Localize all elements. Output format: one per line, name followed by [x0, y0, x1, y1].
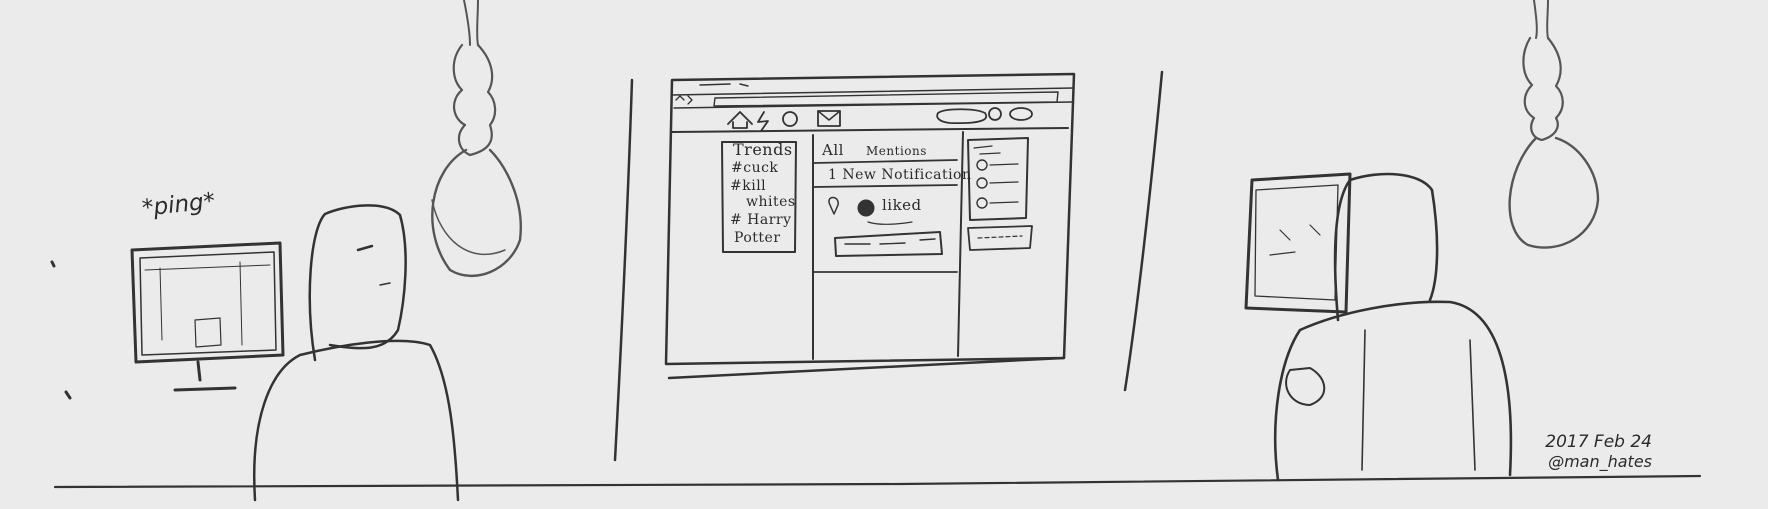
right-pillar — [1123, 70, 1164, 392]
compose-icon — [1009, 107, 1033, 121]
home-icon — [727, 111, 753, 129]
sketch-scene — [50, 0, 1702, 502]
signature-date: 2017 Feb 24 — [1545, 432, 1652, 452]
new-notification-banner: 1 New Notification — [828, 167, 972, 183]
left-monitor — [130, 241, 285, 392]
trend-item: whites — [746, 194, 796, 210]
trend-item: # Harry — [730, 212, 792, 228]
left-person — [253, 204, 460, 502]
search-icon — [936, 108, 988, 125]
trend-item: #cuck — [731, 160, 779, 176]
tab-all: All — [822, 141, 844, 159]
avatar-icon — [988, 107, 1002, 121]
liked-activity-label: liked — [882, 196, 922, 214]
signature-handle: @man_hates — [1548, 452, 1652, 471]
floor-line — [53, 474, 1702, 489]
tab-mentions: Mentions — [866, 144, 927, 158]
left-pillar — [613, 78, 634, 462]
trend-item: #kill — [730, 178, 767, 194]
trend-item: Potter — [734, 230, 781, 246]
left-noose — [431, 0, 522, 278]
browser-mockup — [664, 72, 1076, 380]
trends-title: Trends — [733, 140, 793, 159]
bell-icon — [782, 111, 798, 127]
lightning-icon — [757, 111, 769, 132]
right-noose — [1508, 0, 1600, 249]
right-person — [1273, 172, 1513, 482]
stray-mark — [50, 260, 72, 400]
